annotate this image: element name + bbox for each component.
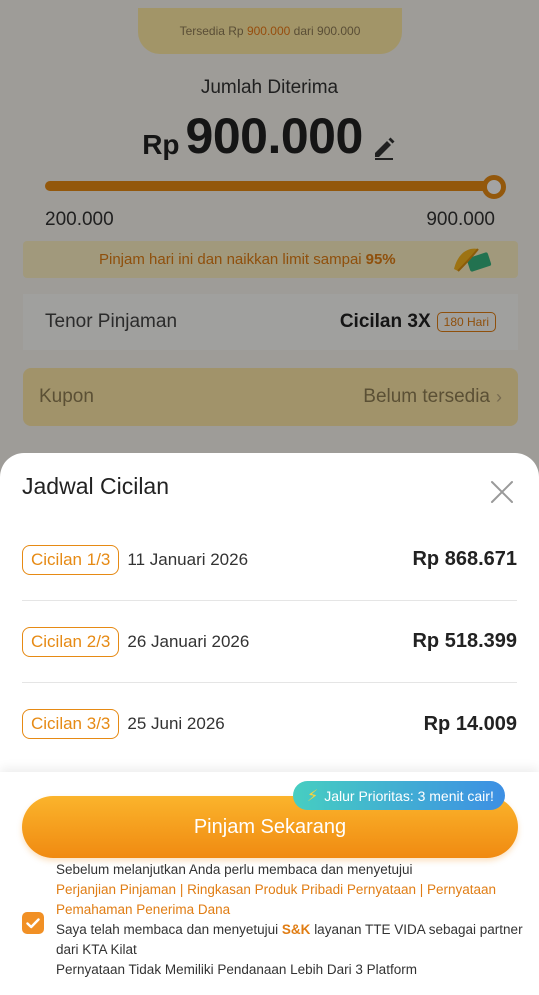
terms-consent-pre: Saya telah membaca dan menyetujui bbox=[56, 922, 279, 937]
installment-badge: Cicilan 2/3 bbox=[22, 626, 120, 657]
installment-row: Cicilan 1/3 11 Januari 2026 Rp 868.671 bbox=[22, 519, 517, 601]
installment-amount: Rp 14.009 bbox=[423, 712, 517, 735]
installment-badge: Cicilan 3/3 bbox=[22, 709, 120, 739]
lightning-icon: ⚡ bbox=[307, 787, 319, 805]
checkmark-icon bbox=[26, 917, 40, 928]
priority-text: Jalur Prioritas: 3 menit cair! bbox=[324, 787, 494, 804]
terms-consent: Saya telah membaca dan menyetujui S&K la… bbox=[56, 920, 526, 960]
installment-date: 11 Januari 2026 bbox=[127, 549, 249, 569]
installment-badge: Cicilan 1/3 bbox=[22, 544, 120, 575]
installment-date: 26 Januari 2026 bbox=[127, 631, 250, 651]
installment-row: Cicilan 3/3 25 Juni 2026 Rp 14.009 bbox=[22, 683, 517, 765]
terms-intro: Sebelum melanjutkan Anda perlu membaca d… bbox=[56, 862, 413, 877]
terms-checkbox[interactable] bbox=[22, 912, 44, 934]
terms-text: Sebelum melanjutkan Anda perlu membaca d… bbox=[56, 860, 526, 980]
installment-amount: Rp 868.671 bbox=[412, 548, 517, 570]
close-icon[interactable] bbox=[485, 475, 519, 509]
installment-amount: Rp 518.399 bbox=[412, 630, 517, 652]
installment-row: Cicilan 2/3 26 Januari 2026 Rp 518.399 bbox=[22, 601, 517, 683]
sheet-title: Jadwal Cicilan bbox=[22, 473, 170, 499]
terms-statement: Pernyataan Tidak Memiliki Pendanaan Lebi… bbox=[56, 962, 417, 977]
agreement-links[interactable]: Perjanjian Pinjaman | Ringkasan Produk P… bbox=[56, 880, 526, 920]
bottom-action-bar: ⚡ Jalur Prioritas: 3 menit cair! Pinjam … bbox=[0, 772, 539, 995]
priority-badge: ⚡ Jalur Prioritas: 3 menit cair! bbox=[293, 781, 505, 810]
terms-sk-link[interactable]: S&K bbox=[282, 922, 311, 937]
installment-date: 25 Juni 2026 bbox=[127, 714, 225, 733]
